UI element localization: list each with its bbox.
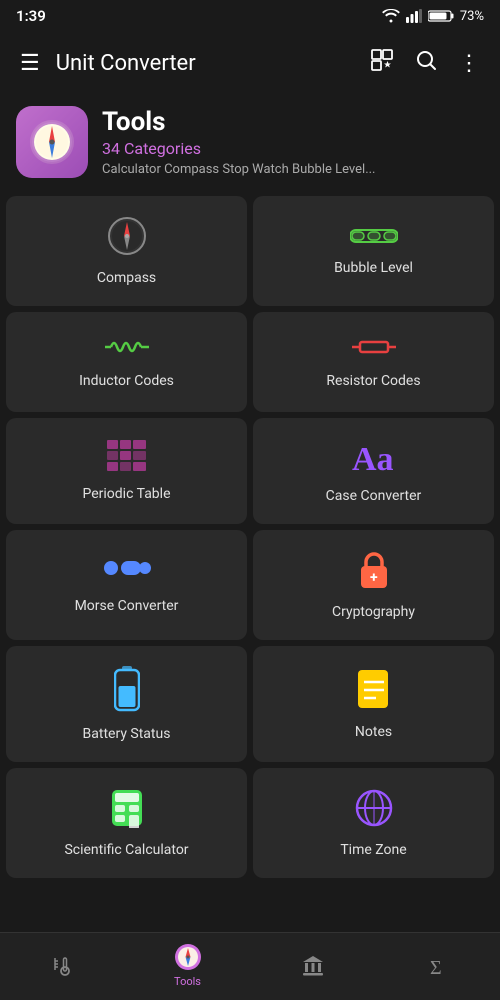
top-actions: ⋮ [362,40,488,86]
cryptography-label: Cryptography [332,604,415,620]
grid-item-compass[interactable]: Compass [6,196,247,306]
grid-item-battery-status[interactable]: Battery Status [6,646,247,762]
battery-status-icon [114,666,140,716]
time-zone-label: Time Zone [340,842,406,858]
wifi-icon [382,9,400,23]
hero-title: Tools [102,107,484,137]
main-content: Compass Bubble Level Inductor Codes Resi… [0,190,500,932]
grid-item-cryptography[interactable]: + Cryptography [253,530,494,640]
tools-nav-label: Tools [174,975,201,988]
tools-grid: Compass Bubble Level Inductor Codes Resi… [0,190,500,884]
bank-icon [301,954,325,978]
grid-item-morse-converter[interactable]: Morse Converter [6,530,247,640]
grid-item-bubble-level[interactable]: Bubble Level [253,196,494,306]
time-zone-icon [354,788,394,832]
inductor-codes-icon [105,335,149,363]
app-title: Unit Converter [56,51,362,76]
grid-item-resistor-codes[interactable]: Resistor Codes [253,312,494,412]
svg-text:+: + [370,570,378,586]
status-icons: 73% [382,9,484,24]
nav-item-bank[interactable] [250,954,375,978]
status-bar: 1:39 73% [0,0,500,32]
hero-icon [16,106,88,178]
cryptography-icon: + [356,550,392,594]
svg-text:Σ: Σ [430,957,442,978]
top-bar: ☰ Unit Converter ⋮ [0,32,500,94]
hero-section: Tools 34 Categories Calculator Compass S… [0,94,500,190]
hero-description: Calculator Compass Stop Watch Bubble Lev… [102,162,484,177]
notes-icon [356,668,392,714]
grid-item-periodic-table[interactable]: Periodic Table [6,418,247,524]
notes-label: Notes [355,724,392,740]
grid-star-icon[interactable] [362,40,402,86]
nav-item-tools[interactable]: Tools [125,943,250,988]
scientific-calculator-icon [110,788,144,832]
hamburger-icon[interactable]: ☰ [12,43,48,84]
resistor-codes-label: Resistor Codes [326,373,420,389]
morse-converter-icon [103,556,151,588]
compass-icon [107,216,147,260]
search-icon[interactable] [406,40,446,86]
bubble-level-icon [350,226,398,250]
morse-converter-label: Morse Converter [75,598,179,614]
battery-status-icon [428,9,454,23]
grid-item-notes[interactable]: Notes [253,646,494,762]
hero-text: Tools 34 Categories Calculator Compass S… [102,107,484,177]
thermometer-icon [51,954,75,978]
signal-icon [406,9,422,23]
inductor-codes-label: Inductor Codes [79,373,174,389]
svg-text:Aa: Aa [352,441,394,474]
grid-item-inductor-codes[interactable]: Inductor Codes [6,312,247,412]
grid-item-time-zone[interactable]: Time Zone [253,768,494,878]
more-icon[interactable]: ⋮ [450,43,488,84]
periodic-table-label: Periodic Table [82,486,170,502]
tools-compass-icon [174,943,202,971]
nav-item-sigma[interactable]: Σ [375,954,500,978]
bottom-nav: Tools Σ [0,932,500,1000]
case-converter-icon: Aa [350,438,398,478]
scientific-calculator-label: Scientific Calculator [64,842,188,858]
grid-item-case-converter[interactable]: Aa Case Converter [253,418,494,524]
grid-item-scientific-calculator[interactable]: Scientific Calculator [6,768,247,878]
case-converter-label: Case Converter [326,488,422,504]
resistor-codes-icon [352,335,396,363]
hero-subtitle: 34 Categories [102,139,484,158]
battery-status-label: Battery Status [83,726,171,742]
nav-item-thermometer[interactable] [0,954,125,978]
battery-percent: 73% [460,9,484,24]
status-time: 1:39 [16,7,46,25]
sigma-icon: Σ [426,954,450,978]
compass-label: Compass [97,270,156,286]
bubble-level-label: Bubble Level [334,260,413,276]
periodic-table-icon [107,440,147,476]
